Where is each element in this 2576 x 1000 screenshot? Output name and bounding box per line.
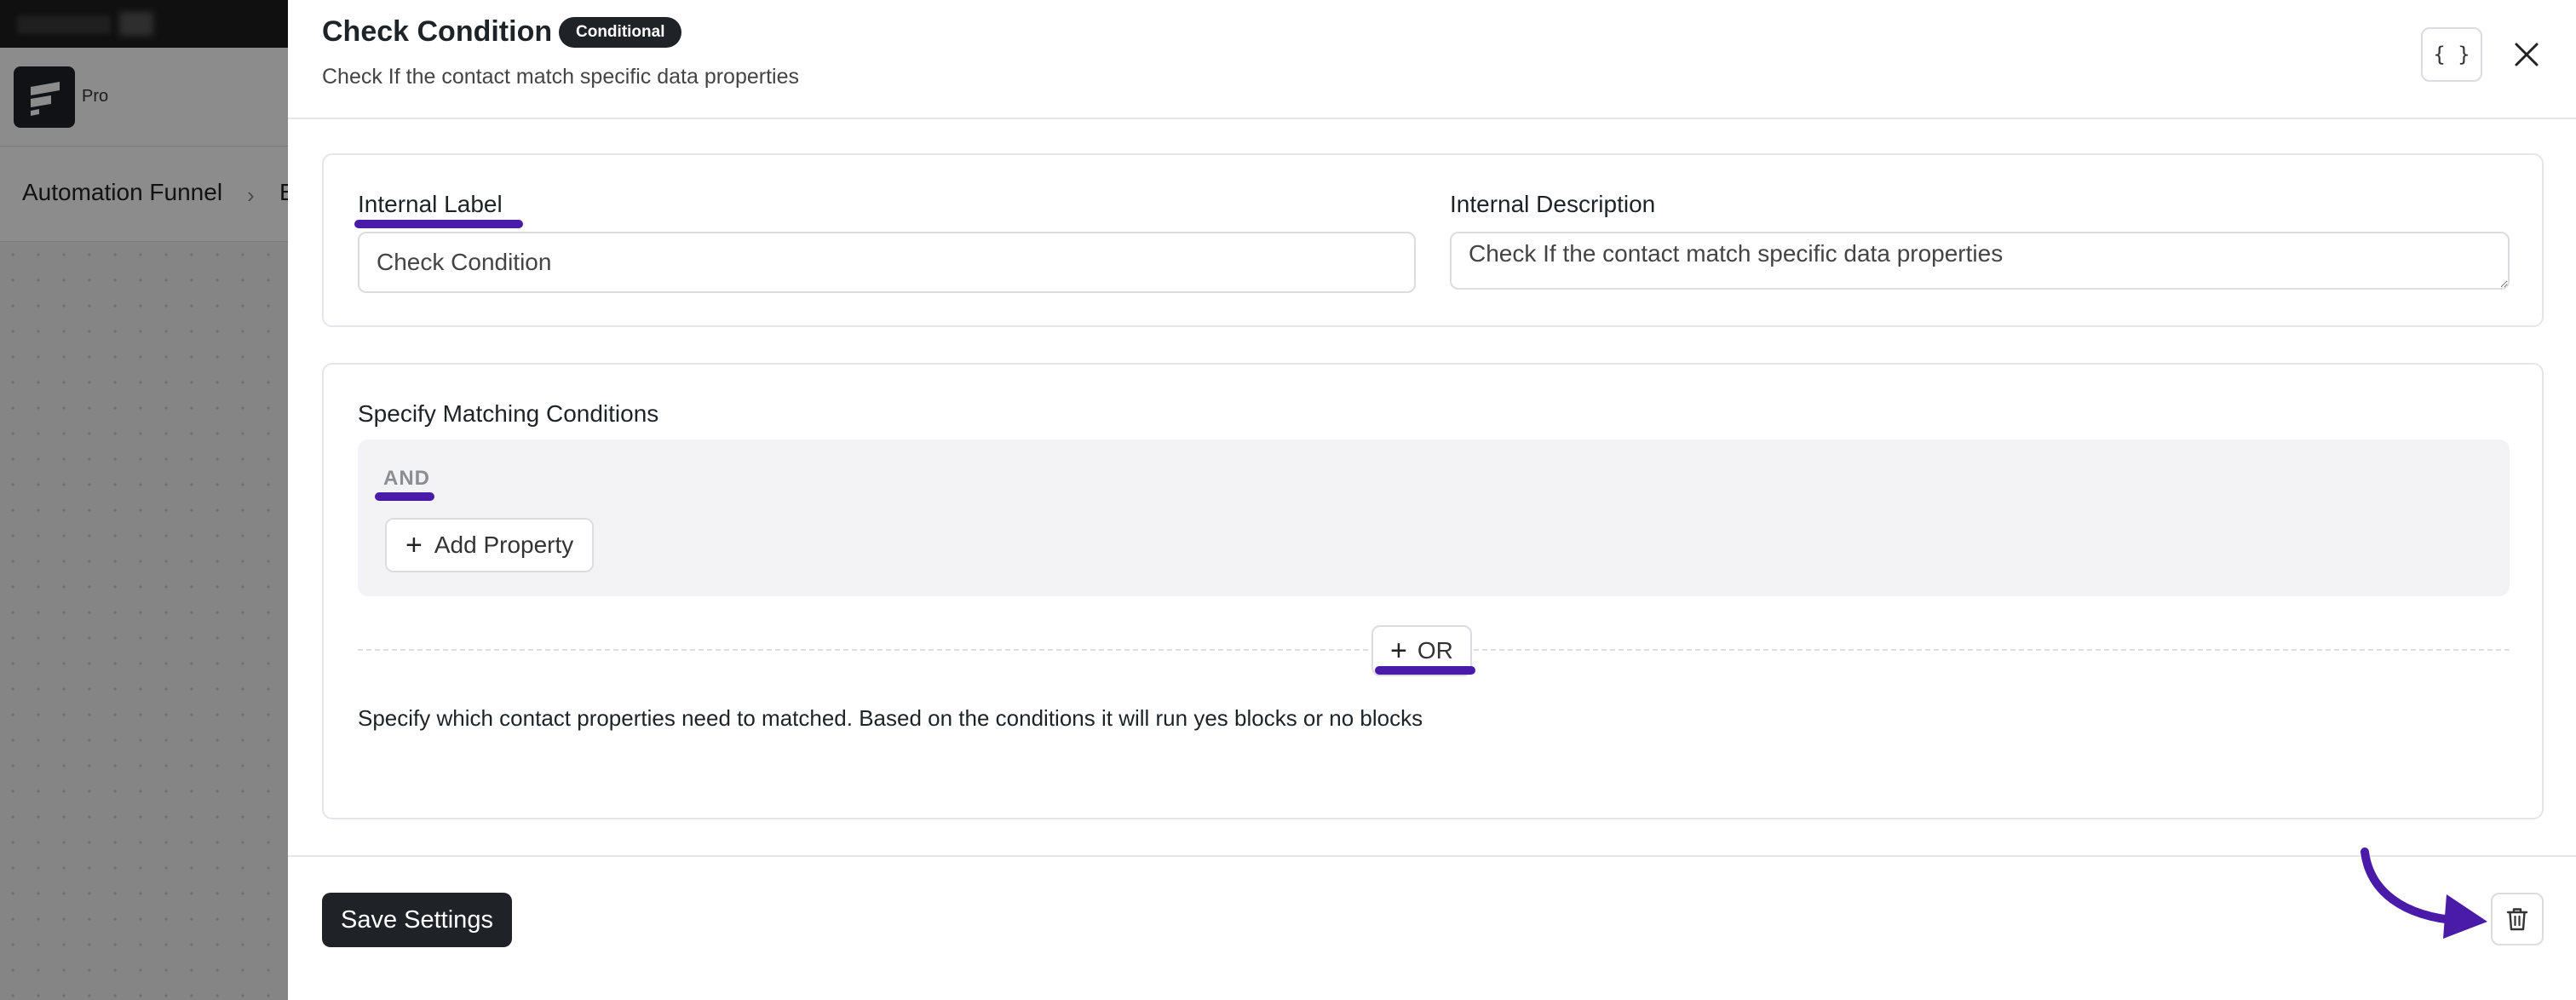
- add-property-button[interactable]: + Add Property: [385, 518, 595, 572]
- save-settings-button[interactable]: Save Settings: [322, 893, 512, 947]
- drawer-title: Check Condition: [322, 15, 553, 48]
- drawer-footer: Save Settings: [288, 855, 2576, 1000]
- plus-icon: +: [1390, 635, 1407, 667]
- general-settings-card: Internal Label Internal Description Chec…: [322, 153, 2544, 327]
- trash-icon[interactable]: [2491, 893, 2544, 945]
- settings-drawer: Check Condition Conditional Check If the…: [288, 0, 2576, 1000]
- internal-description-title: Internal Description: [1450, 191, 1656, 217]
- conditions-helper-text: Specify which contact properties need to…: [358, 705, 1423, 731]
- add-property-label: Add Property: [434, 532, 574, 558]
- conditions-card: Specify Matching Conditions AND + Add Pr…: [322, 363, 2544, 819]
- background-app: Pro Automation Funnel › E: [0, 0, 290, 1000]
- condition-group: AND + Add Property: [358, 440, 2510, 596]
- annotation-underline: [354, 220, 523, 228]
- drawer-subtitle: Check If the contact match specific data…: [322, 65, 799, 89]
- conditions-title: Specify Matching Conditions: [358, 400, 659, 427]
- code-braces-icon[interactable]: { }: [2421, 27, 2482, 82]
- modal-overlay[interactable]: [0, 0, 290, 1000]
- arrow-annotation-icon: [2360, 848, 2487, 939]
- plus-icon: +: [405, 529, 423, 561]
- internal-label-input[interactable]: [358, 232, 1416, 293]
- or-label: OR: [1417, 637, 1453, 664]
- type-badge: Conditional: [559, 17, 682, 48]
- annotation-underline: [375, 492, 434, 501]
- drawer-header: Check Condition Conditional Check If the…: [288, 0, 2576, 119]
- annotation-underline: [1375, 666, 1475, 675]
- close-icon[interactable]: [2503, 31, 2550, 78]
- internal-description-textarea[interactable]: Check If the contact match specific data…: [1450, 232, 2510, 290]
- internal-label-title: Internal Label: [358, 191, 503, 217]
- and-operator-label: AND: [383, 467, 430, 490]
